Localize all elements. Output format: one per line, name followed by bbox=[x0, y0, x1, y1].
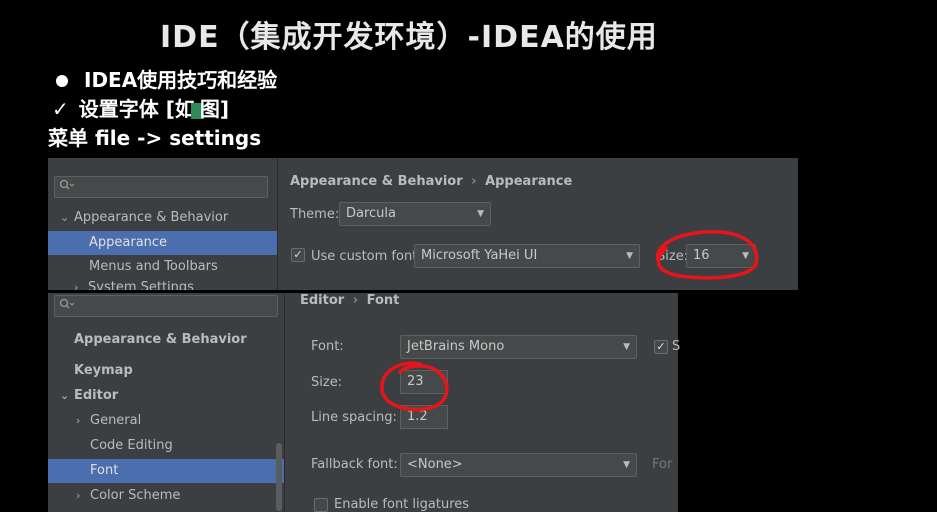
tree-item-code-editing[interactable]: Code Editing bbox=[48, 434, 284, 458]
tree-item-system-settings[interactable]: › System Settings bbox=[48, 279, 277, 290]
chevron-right-icon: › bbox=[76, 414, 81, 427]
search-icon bbox=[59, 179, 75, 195]
use-custom-font-checkbox[interactable]: ✓ bbox=[291, 248, 305, 262]
tree-item-menus-toolbars[interactable]: Menus and Toolbars bbox=[48, 255, 277, 279]
bullet-list: IDEA使用技巧和经验 ✓ 设置字体 [如 图] 菜单 file -> setti… bbox=[48, 66, 277, 153]
tree-item-label: Color Scheme bbox=[90, 488, 181, 503]
fallback-font-label: Fallback font: bbox=[311, 457, 398, 472]
custom-font-dropdown[interactable]: Microsoft YaHei UI ▼ bbox=[414, 244, 640, 268]
breadcrumb: Appearance & Behavior › Appearance bbox=[290, 174, 572, 189]
settings-window-appearance: ⌄ Appearance & Behavior Appearance Menus … bbox=[48, 158, 798, 290]
dropdown-caret-icon: ▼ bbox=[477, 209, 484, 219]
font-label: Font: bbox=[311, 339, 344, 354]
settings-content: Appearance & Behavior › Appearance Theme… bbox=[278, 158, 798, 290]
breadcrumb-current: Appearance bbox=[485, 174, 573, 189]
tree-item-general[interactable]: › General bbox=[48, 409, 284, 433]
theme-dropdown[interactable]: Darcula ▼ bbox=[339, 202, 491, 226]
tree-item-appearance-behavior[interactable]: ⌄ Appearance & Behavior bbox=[48, 206, 277, 230]
editor-font-dropdown[interactable]: JetBrains Mono ▼ bbox=[400, 335, 637, 359]
breadcrumb: Editor › Font bbox=[300, 293, 399, 308]
bullet-text-2a: 设置字体 [如 bbox=[78, 97, 195, 121]
bullet-text-3: 菜单 file -> settings bbox=[48, 126, 262, 150]
ui-size-dropdown[interactable]: 16 ▼ bbox=[686, 244, 756, 268]
sidebar-scrollbar[interactable] bbox=[276, 443, 282, 511]
bullet-row-3: 菜单 file -> settings bbox=[48, 124, 277, 153]
tree-item-label: Appearance & Behavior bbox=[74, 210, 229, 225]
bullet-text-2b: 图] bbox=[199, 97, 230, 121]
bullet-row-1: IDEA使用技巧和经验 bbox=[48, 66, 277, 95]
bullet-row-2: ✓ 设置字体 [如 图] bbox=[48, 95, 277, 124]
chevron-right-icon: › bbox=[76, 489, 81, 502]
line-spacing-label: Line spacing: bbox=[311, 410, 397, 425]
bullet-text-2: 设置字体 [如 图] bbox=[79, 95, 229, 124]
tree-item-label: Keymap bbox=[74, 363, 133, 378]
tree-item-font[interactable]: Font bbox=[48, 459, 284, 483]
dropdown-caret-icon: ▼ bbox=[623, 342, 630, 352]
size-label: Size: bbox=[311, 375, 343, 390]
tree-item-appearance-behavior[interactable]: Appearance & Behavior bbox=[48, 328, 284, 352]
tree-item-label: Font bbox=[90, 463, 119, 478]
tree-item-label: System Settings bbox=[88, 280, 194, 290]
show-only-monospaced-label: S bbox=[672, 339, 681, 354]
line-spacing-input[interactable]: 1.2 bbox=[400, 405, 448, 429]
tree-item-color-scheme[interactable]: › Color Scheme bbox=[48, 484, 284, 508]
font-ligatures-label: Enable font ligatures bbox=[334, 497, 470, 512]
show-only-monospaced-checkbox[interactable]: ✓ bbox=[654, 340, 668, 354]
use-custom-font-label: Use custom font: bbox=[311, 249, 422, 264]
ui-size-label: Size: bbox=[657, 249, 689, 264]
chevron-right-icon: › bbox=[74, 281, 79, 290]
tree-item-label: Editor bbox=[74, 388, 119, 403]
dropdown-caret-icon: ▼ bbox=[623, 460, 630, 470]
breadcrumb-current: Font bbox=[366, 293, 400, 308]
settings-search-input[interactable] bbox=[54, 176, 268, 198]
bullet-text-1: IDEA使用技巧和经验 bbox=[84, 68, 278, 92]
theme-label: Theme: bbox=[290, 207, 340, 222]
fallback-font-dropdown[interactable]: <None> ▼ bbox=[400, 453, 637, 477]
fallback-hint: For bbox=[652, 457, 673, 472]
breadcrumb-separator-icon: › bbox=[471, 174, 477, 189]
editor-size-input[interactable]: 23 bbox=[400, 370, 448, 394]
editor-font-value: JetBrains Mono bbox=[407, 339, 505, 354]
chevron-down-icon: ⌄ bbox=[60, 389, 70, 402]
tree-item-label: Appearance & Behavior bbox=[74, 332, 247, 347]
tree-item-editor[interactable]: ⌄ Editor bbox=[48, 384, 284, 408]
settings-window-editor-font: Appearance & Behavior Keymap ⌄ Editor › Ge… bbox=[48, 293, 681, 512]
settings-sidebar: ⌄ Appearance & Behavior Appearance Menus … bbox=[48, 158, 278, 290]
fallback-font-value: <None> bbox=[407, 457, 463, 472]
tree-item-label: General bbox=[90, 413, 142, 428]
ui-size-value: 16 bbox=[693, 248, 710, 263]
settings-sidebar: Appearance & Behavior Keymap ⌄ Editor › Ge… bbox=[48, 293, 285, 512]
chevron-down-icon: ⌄ bbox=[60, 211, 70, 224]
breadcrumb-parent[interactable]: Editor bbox=[300, 293, 344, 308]
tree-item-appearance[interactable]: Appearance bbox=[48, 231, 277, 255]
font-ligatures-checkbox[interactable] bbox=[314, 498, 328, 512]
slide-title: IDE（集成开发环境）-IDEA的使用 bbox=[160, 20, 658, 55]
tree-item-label: Appearance bbox=[89, 235, 168, 250]
dropdown-caret-icon: ▼ bbox=[626, 251, 633, 261]
breadcrumb-separator-icon: › bbox=[352, 293, 359, 308]
tree-item-label: Code Editing bbox=[90, 438, 173, 453]
custom-font-value: Microsoft YaHei UI bbox=[421, 248, 538, 263]
settings-content: Editor › Font Font: JetBrains Mono ▼ ✓ S… bbox=[286, 293, 681, 512]
theme-value: Darcula bbox=[346, 206, 397, 221]
tree-item-keymap[interactable]: Keymap bbox=[48, 359, 284, 383]
settings-search-input[interactable] bbox=[54, 295, 278, 317]
bullet-dot-icon bbox=[56, 74, 68, 87]
tree-item-label: Menus and Toolbars bbox=[89, 259, 218, 274]
dropdown-caret-icon: ▼ bbox=[742, 251, 749, 261]
breadcrumb-parent[interactable]: Appearance & Behavior bbox=[290, 174, 463, 189]
search-icon bbox=[59, 298, 75, 314]
checkmark-icon: ✓ bbox=[52, 97, 69, 121]
